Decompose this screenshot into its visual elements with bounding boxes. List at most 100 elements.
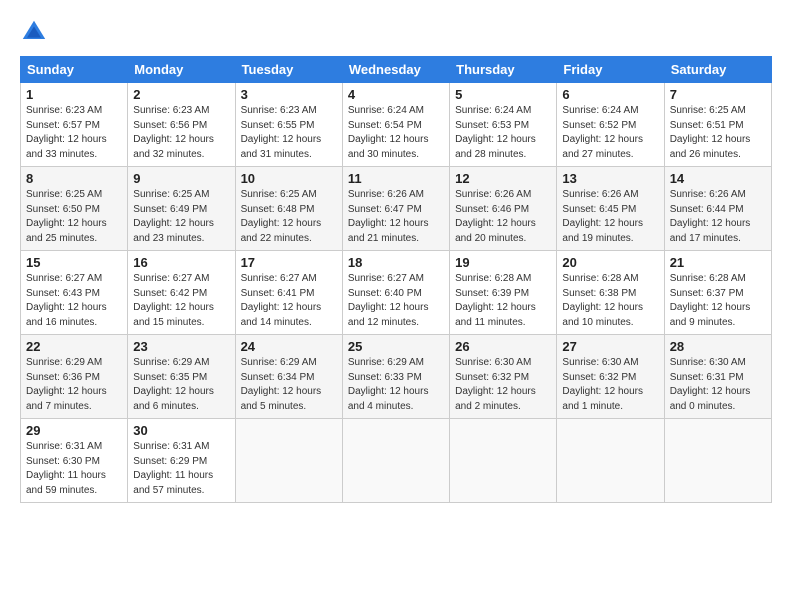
calendar-cell: 29 Sunrise: 6:31 AM Sunset: 6:30 PM Dayli… [21,419,128,503]
day-info: Sunrise: 6:25 AM Sunset: 6:50 PM Dayligh… [26,188,122,246]
day-number: 2 [133,87,229,102]
day-number: 4 [348,87,444,102]
calendar-cell: 18 Sunrise: 6:27 AM Sunset: 6:40 PM Dayli… [342,251,449,335]
calendar-cell: 19 Sunrise: 6:28 AM Sunset: 6:39 PM Dayli… [450,251,557,335]
day-info: Sunrise: 6:29 AM Sunset: 6:35 PM Dayligh… [133,356,229,414]
day-info: Sunrise: 6:28 AM Sunset: 6:38 PM Dayligh… [562,272,658,330]
calendar-cell: 5Sunrise: 6:24 AM Sunset: 6:53 PM Daylig… [450,83,557,167]
calendar-header-saturday: Saturday [664,57,771,83]
day-number: 9 [133,171,229,186]
day-number: 11 [348,171,444,186]
day-number: 21 [670,255,766,270]
calendar-cell: 17 Sunrise: 6:27 AM Sunset: 6:41 PM Dayli… [235,251,342,335]
day-number: 12 [455,171,551,186]
day-number: 13 [562,171,658,186]
day-number: 19 [455,255,551,270]
day-info: Sunrise: 6:23 AM Sunset: 6:56 PM Dayligh… [133,104,229,162]
calendar-cell: 25Sunrise: 6:29 AM Sunset: 6:33 PM Dayli… [342,335,449,419]
calendar-cell: 12 Sunrise: 6:26 AM Sunset: 6:46 PM Dayli… [450,167,557,251]
calendar-cell: 9 Sunrise: 6:25 AM Sunset: 6:49 PM Daylig… [128,167,235,251]
day-number: 25 [348,339,444,354]
day-info: Sunrise: 6:25 AM Sunset: 6:48 PM Dayligh… [241,188,337,246]
day-number: 30 [133,423,229,438]
day-info: Sunrise: 6:27 AM Sunset: 6:41 PM Dayligh… [241,272,337,330]
day-info: Sunrise: 6:26 AM Sunset: 6:44 PM Dayligh… [670,188,766,246]
day-info: Sunrise: 6:26 AM Sunset: 6:47 PM Dayligh… [348,188,444,246]
calendar-cell: 3 Sunrise: 6:23 AM Sunset: 6:55 PM Daylig… [235,83,342,167]
day-info: Sunrise: 6:27 AM Sunset: 6:40 PM Dayligh… [348,272,444,330]
day-info: Sunrise: 6:29 AM Sunset: 6:34 PM Dayligh… [241,356,337,414]
calendar-cell [664,419,771,503]
day-info: Sunrise: 6:23 AM Sunset: 6:55 PM Dayligh… [241,104,337,162]
calendar-cell: 4 Sunrise: 6:24 AM Sunset: 6:54 PM Daylig… [342,83,449,167]
day-number: 29 [26,423,122,438]
day-info: Sunrise: 6:30 AM Sunset: 6:31 PM Dayligh… [670,356,766,414]
calendar-header-row: SundayMondayTuesdayWednesdayThursdayFrid… [21,57,772,83]
day-number: 22 [26,339,122,354]
calendar-table: SundayMondayTuesdayWednesdayThursdayFrid… [20,56,772,503]
day-info: Sunrise: 6:27 AM Sunset: 6:43 PM Dayligh… [26,272,122,330]
calendar-cell: 6 Sunrise: 6:24 AM Sunset: 6:52 PM Daylig… [557,83,664,167]
day-info: Sunrise: 6:28 AM Sunset: 6:37 PM Dayligh… [670,272,766,330]
day-info: Sunrise: 6:25 AM Sunset: 6:51 PM Dayligh… [670,104,766,162]
day-number: 1 [26,87,122,102]
calendar-cell: 14Sunrise: 6:26 AM Sunset: 6:44 PM Dayli… [664,167,771,251]
calendar-header-monday: Monday [128,57,235,83]
day-number: 7 [670,87,766,102]
calendar-cell: 7 Sunrise: 6:25 AM Sunset: 6:51 PM Daylig… [664,83,771,167]
day-info: Sunrise: 6:26 AM Sunset: 6:45 PM Dayligh… [562,188,658,246]
calendar-cell: 21 Sunrise: 6:28 AM Sunset: 6:37 PM Dayli… [664,251,771,335]
calendar-cell: 1 Sunrise: 6:23 AM Sunset: 6:57 PM Daylig… [21,83,128,167]
calendar-cell [235,419,342,503]
calendar-cell: 24 Sunrise: 6:29 AM Sunset: 6:34 PM Dayli… [235,335,342,419]
day-number: 3 [241,87,337,102]
calendar-cell: 10Sunrise: 6:25 AM Sunset: 6:48 PM Dayli… [235,167,342,251]
logo [20,18,52,46]
calendar-header-sunday: Sunday [21,57,128,83]
day-number: 17 [241,255,337,270]
day-number: 23 [133,339,229,354]
calendar-week-5: 29 Sunrise: 6:31 AM Sunset: 6:30 PM Dayli… [21,419,772,503]
day-info: Sunrise: 6:29 AM Sunset: 6:36 PM Dayligh… [26,356,122,414]
calendar-header-wednesday: Wednesday [342,57,449,83]
day-info: Sunrise: 6:28 AM Sunset: 6:39 PM Dayligh… [455,272,551,330]
day-number: 18 [348,255,444,270]
calendar-cell: 27Sunrise: 6:30 AM Sunset: 6:32 PM Dayli… [557,335,664,419]
day-info: Sunrise: 6:24 AM Sunset: 6:52 PM Dayligh… [562,104,658,162]
calendar-cell [450,419,557,503]
day-number: 26 [455,339,551,354]
calendar-cell: 16 Sunrise: 6:27 AM Sunset: 6:42 PM Dayli… [128,251,235,335]
day-number: 20 [562,255,658,270]
calendar-week-4: 22 Sunrise: 6:29 AM Sunset: 6:36 PM Dayli… [21,335,772,419]
day-info: Sunrise: 6:26 AM Sunset: 6:46 PM Dayligh… [455,188,551,246]
calendar-header-tuesday: Tuesday [235,57,342,83]
day-number: 8 [26,171,122,186]
day-info: Sunrise: 6:27 AM Sunset: 6:42 PM Dayligh… [133,272,229,330]
day-number: 15 [26,255,122,270]
calendar-cell [342,419,449,503]
day-info: Sunrise: 6:25 AM Sunset: 6:49 PM Dayligh… [133,188,229,246]
calendar-cell: 15 Sunrise: 6:27 AM Sunset: 6:43 PM Dayli… [21,251,128,335]
day-number: 24 [241,339,337,354]
day-info: Sunrise: 6:24 AM Sunset: 6:54 PM Dayligh… [348,104,444,162]
day-info: Sunrise: 6:30 AM Sunset: 6:32 PM Dayligh… [455,356,551,414]
calendar-cell: 8 Sunrise: 6:25 AM Sunset: 6:50 PM Daylig… [21,167,128,251]
logo-icon [20,18,48,46]
calendar-week-2: 8 Sunrise: 6:25 AM Sunset: 6:50 PM Daylig… [21,167,772,251]
header [20,18,772,46]
calendar-week-3: 15 Sunrise: 6:27 AM Sunset: 6:43 PM Dayli… [21,251,772,335]
day-info: Sunrise: 6:31 AM Sunset: 6:30 PM Dayligh… [26,440,122,498]
calendar-cell: 11 Sunrise: 6:26 AM Sunset: 6:47 PM Dayli… [342,167,449,251]
day-info: Sunrise: 6:31 AM Sunset: 6:29 PM Dayligh… [133,440,229,498]
calendar-cell: 13 Sunrise: 6:26 AM Sunset: 6:45 PM Dayli… [557,167,664,251]
day-info: Sunrise: 6:24 AM Sunset: 6:53 PM Dayligh… [455,104,551,162]
day-info: Sunrise: 6:23 AM Sunset: 6:57 PM Dayligh… [26,104,122,162]
calendar-cell: 26 Sunrise: 6:30 AM Sunset: 6:32 PM Dayli… [450,335,557,419]
calendar-cell: 28 Sunrise: 6:30 AM Sunset: 6:31 PM Dayli… [664,335,771,419]
calendar-cell: 30 Sunrise: 6:31 AM Sunset: 6:29 PM Dayli… [128,419,235,503]
day-number: 27 [562,339,658,354]
calendar-cell: 22 Sunrise: 6:29 AM Sunset: 6:36 PM Dayli… [21,335,128,419]
day-number: 28 [670,339,766,354]
day-number: 16 [133,255,229,270]
day-number: 6 [562,87,658,102]
